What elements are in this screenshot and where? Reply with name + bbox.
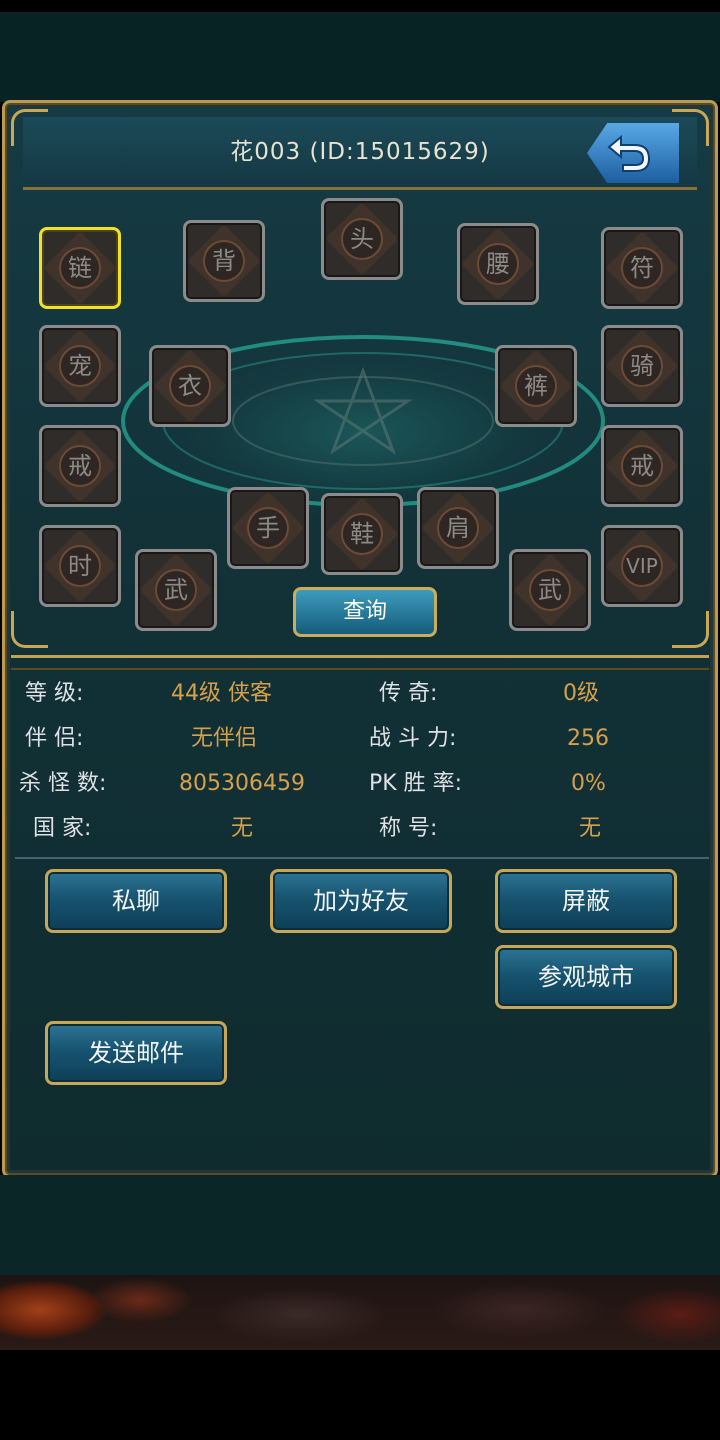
- slot-label: 戒: [630, 452, 654, 480]
- title-label: 称 号:: [379, 816, 438, 841]
- status-bar: [0, 0, 720, 12]
- partner-label: 伴 侣:: [25, 726, 84, 751]
- send-mail-button[interactable]: 发送邮件: [45, 1021, 227, 1085]
- slot-ring-left[interactable]: 戒: [39, 425, 121, 507]
- info-separator: [15, 857, 709, 859]
- slot-label: 衣: [178, 372, 202, 400]
- country-value: 无: [231, 816, 254, 841]
- slot-label: 时: [68, 552, 92, 580]
- kills-label: 杀 怪 数:: [19, 771, 107, 796]
- slot-pants[interactable]: 裤: [495, 345, 577, 427]
- slot-label: 背: [212, 247, 236, 275]
- navigation-bar-area: [0, 1350, 720, 1440]
- power-label: 战 斗 力:: [369, 726, 457, 751]
- section-divider: [11, 655, 709, 670]
- kills-value: 805306459: [179, 771, 305, 796]
- block-button[interactable]: 屏蔽: [495, 869, 677, 933]
- legend-value: 0级: [563, 681, 599, 706]
- country-label: 国 家:: [33, 816, 92, 841]
- slot-waist[interactable]: 腰: [457, 223, 539, 305]
- slot-label: 链: [68, 254, 92, 282]
- background-bottom: [0, 1175, 720, 1275]
- slot-clothes[interactable]: 衣: [149, 345, 231, 427]
- frame-corner: [11, 611, 48, 648]
- slot-label: 头: [350, 225, 374, 253]
- slot-label: 符: [630, 254, 654, 282]
- visit-city-button[interactable]: 参观城市: [495, 945, 677, 1009]
- add-friend-button[interactable]: 加为好友: [270, 869, 452, 933]
- pk-label: PK 胜 率:: [369, 771, 463, 796]
- background-top: [0, 12, 720, 102]
- slot-label: 鞋: [350, 520, 374, 548]
- slot-shoes[interactable]: 鞋: [321, 493, 403, 575]
- level-label: 等 级:: [25, 681, 84, 706]
- slot-label: 戒: [68, 452, 92, 480]
- slot-mount[interactable]: 骑: [601, 325, 683, 407]
- slot-label: 武: [164, 576, 188, 604]
- slot-head[interactable]: 头: [321, 198, 403, 280]
- power-value: 256: [567, 726, 609, 751]
- query-button[interactable]: 查询: [293, 587, 437, 637]
- pk-value: 0%: [571, 771, 606, 796]
- slot-pet[interactable]: 宠: [39, 325, 121, 407]
- slot-fashion[interactable]: 时: [39, 525, 121, 607]
- slot-shoulder[interactable]: 肩: [417, 487, 499, 569]
- scene-ground-decoration: [0, 1275, 720, 1350]
- slot-hand[interactable]: 手: [227, 487, 309, 569]
- private-chat-button[interactable]: 私聊: [45, 869, 227, 933]
- slot-label: 骑: [630, 352, 654, 380]
- player-info-panel: 花003 (ID:15015629) 链 背 头 腰 符 宠 衣 裤 骑 戒 戒…: [2, 100, 718, 1178]
- level-value: 44级 侠客: [171, 681, 272, 706]
- slot-weapon-left[interactable]: 武: [135, 549, 217, 631]
- slot-label: 武: [538, 576, 562, 604]
- slot-back[interactable]: 背: [183, 220, 265, 302]
- slot-label: 宠: [68, 352, 92, 380]
- slot-label: 腰: [486, 250, 510, 278]
- slot-label: 肩: [446, 514, 470, 542]
- partner-value: 无伴侣: [191, 726, 258, 751]
- title-value: 无: [579, 816, 602, 841]
- slot-label: 裤: [524, 372, 548, 400]
- legend-label: 传 奇:: [379, 681, 438, 706]
- frame-corner: [672, 611, 709, 648]
- return-arrow-icon: [607, 134, 651, 172]
- slot-talisman[interactable]: 符: [601, 227, 683, 309]
- slot-vip[interactable]: VIP: [601, 525, 683, 607]
- slot-label: VIP: [626, 554, 658, 578]
- slot-chain[interactable]: 链: [39, 227, 121, 309]
- slot-ring-right[interactable]: 戒: [601, 425, 683, 507]
- slot-label: 手: [256, 514, 280, 542]
- slot-weapon-right[interactable]: 武: [509, 549, 591, 631]
